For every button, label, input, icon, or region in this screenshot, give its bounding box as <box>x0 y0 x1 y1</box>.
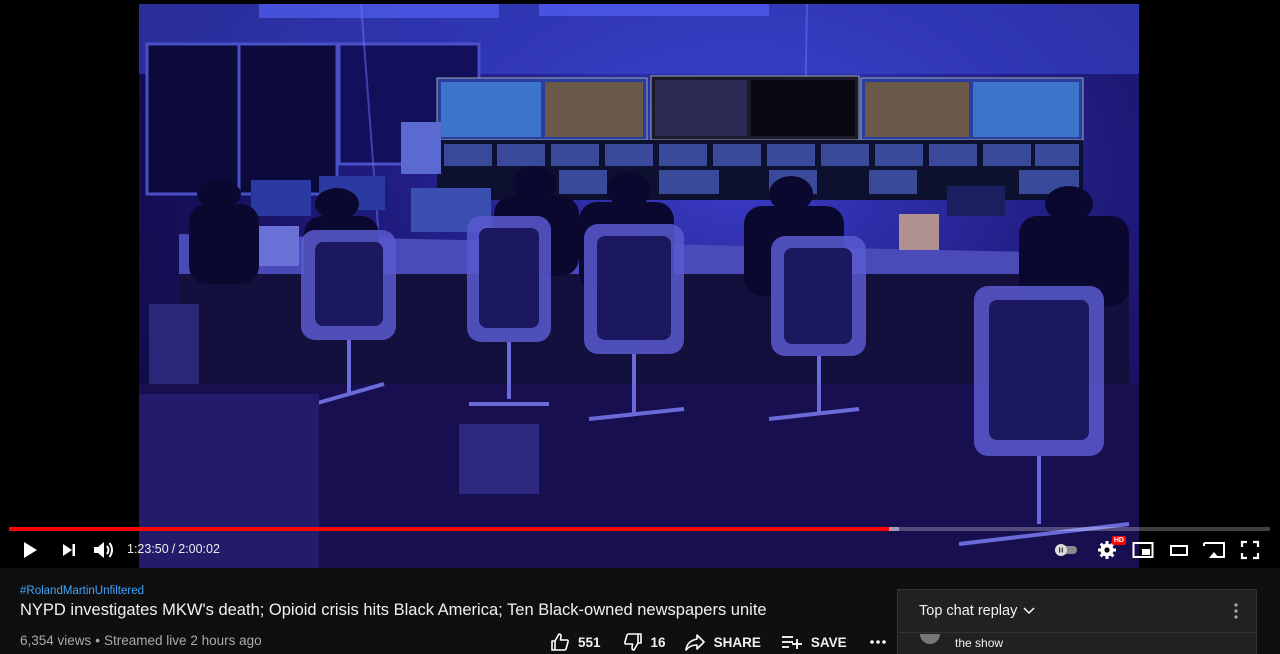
autoplay-toggle[interactable] <box>1052 537 1080 563</box>
volume-icon <box>94 542 113 558</box>
video-player[interactable]: 1:23:50/2:00:02 HD <box>0 0 1280 568</box>
chat-header: Top chat replay <box>898 590 1256 633</box>
more-actions-button[interactable] <box>869 639 895 645</box>
video-title: NYPD investigates MKW's death; Opioid cr… <box>20 601 767 619</box>
save-button[interactable]: SAVE <box>781 633 847 651</box>
fullscreen-icon <box>1240 540 1260 560</box>
more-horizontal-icon <box>869 640 886 644</box>
save-label: SAVE <box>810 634 847 650</box>
chat-more-button[interactable] <box>1234 603 1238 624</box>
dislike-button[interactable]: 16 <box>623 632 666 652</box>
chat-title: Top chat replay <box>919 603 1018 619</box>
dislike-count: 16 <box>650 634 666 650</box>
control-room-scene <box>139 4 1139 568</box>
thumbs-up-icon <box>551 633 569 651</box>
thumbs-down-icon <box>623 633 642 651</box>
next-button[interactable] <box>56 537 82 563</box>
autoplay-toggle-icon <box>1055 544 1077 556</box>
duration: 2:00:02 <box>178 542 220 556</box>
skip-next-icon <box>63 544 75 556</box>
action-bar: 551 16 SHARE SAVE <box>550 630 895 654</box>
time-separator: / <box>171 542 176 556</box>
play-button[interactable] <box>16 537 44 563</box>
theater-mode-icon <box>1170 545 1188 556</box>
theater-mode-button[interactable] <box>1166 537 1192 563</box>
like-button[interactable]: 551 <box>550 632 601 652</box>
player-controls: 1:23:50/2:00:02 HD <box>0 533 1280 567</box>
live-chat-panel: Top chat replay the show <box>897 589 1257 654</box>
miniplayer-button[interactable] <box>1130 537 1156 563</box>
hashtag-link[interactable]: #RolandMartinUnfiltered <box>20 585 144 597</box>
play-icon <box>24 542 37 558</box>
played-bar <box>9 527 890 531</box>
more-vertical-icon <box>1234 603 1238 619</box>
hd-badge: HD <box>1111 536 1126 545</box>
settings-button[interactable]: HD <box>1094 536 1126 563</box>
video-meta: 6,354 views • Streamed live 2 hours ago <box>20 633 262 648</box>
chat-message: the show <box>955 636 1004 650</box>
fullscreen-button[interactable] <box>1238 537 1262 563</box>
chevron-down-icon <box>1023 607 1035 615</box>
share-label: SHARE <box>713 634 761 650</box>
video-frame[interactable] <box>139 4 1139 568</box>
share-button[interactable]: SHARE <box>684 632 761 652</box>
miniplayer-icon <box>1132 542 1154 558</box>
playlist-add-icon <box>781 636 802 649</box>
chat-mode-dropdown[interactable]: Top chat replay <box>919 603 1035 619</box>
meta-separator: • <box>95 633 101 648</box>
mute-button[interactable] <box>90 537 118 563</box>
like-count: 551 <box>578 634 601 650</box>
stream-date: Streamed live 2 hours ago <box>104 633 262 648</box>
cast-button[interactable] <box>1200 537 1228 563</box>
progress-bar[interactable] <box>9 527 1270 531</box>
time-display: 1:23:50/2:00:02 <box>127 542 220 556</box>
current-time: 1:23:50 <box>127 542 169 556</box>
cast-icon <box>1203 542 1225 558</box>
view-count: 6,354 views <box>20 633 92 648</box>
share-arrow-icon <box>684 634 705 651</box>
avatar <box>920 634 940 644</box>
